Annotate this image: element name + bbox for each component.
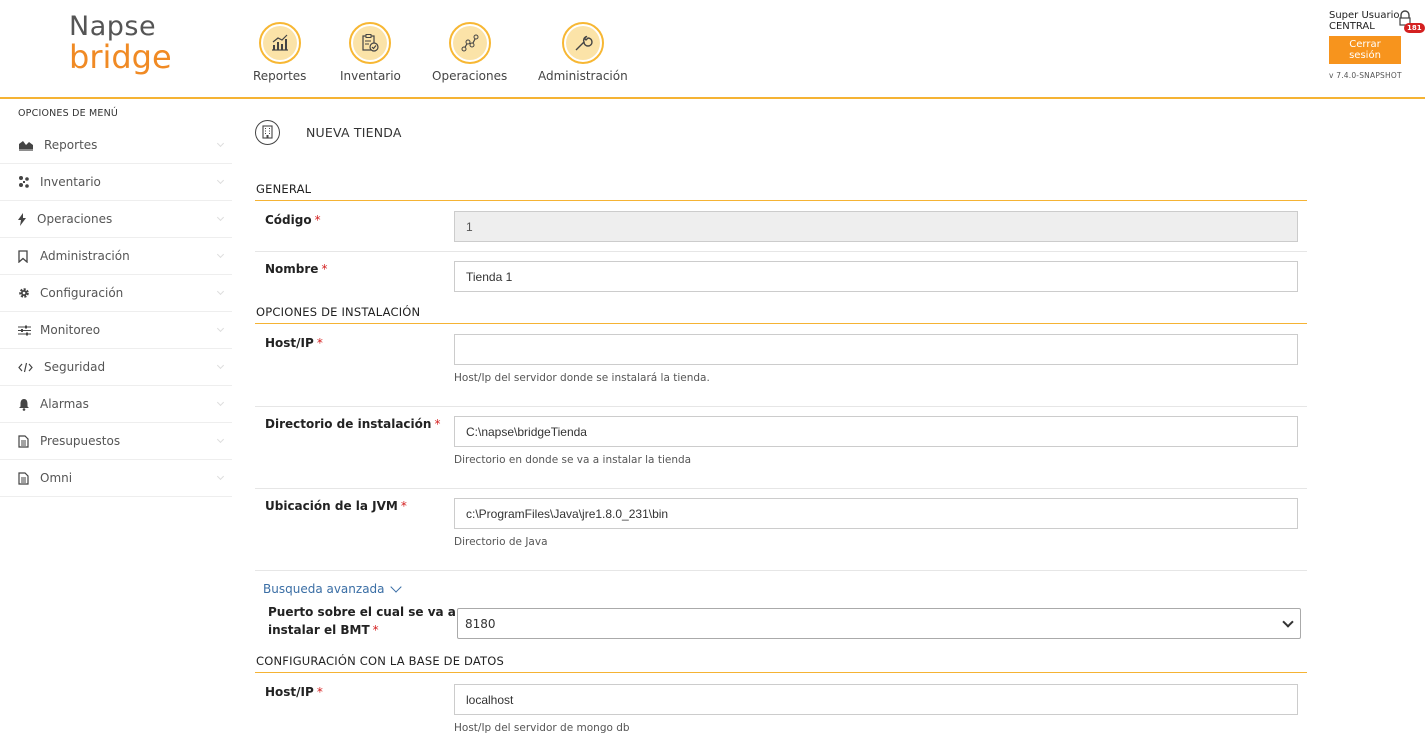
form-row-dir: Directorio de instalación* Directorio en… xyxy=(255,407,1307,489)
chevron-down-icon xyxy=(216,139,225,148)
chevron-down-icon xyxy=(216,213,225,222)
chevron-down-icon xyxy=(216,324,225,333)
logout-button[interactable]: Cerrar sesión xyxy=(1329,36,1401,64)
form-row-dbhost: Host/IP* Host/Ip del servidor de mongo d… xyxy=(255,675,1307,752)
dir-help: Directorio en donde se va a instalar la … xyxy=(454,454,692,466)
chevron-down-icon xyxy=(216,176,225,185)
area-chart-icon xyxy=(18,139,36,151)
chevron-down-icon xyxy=(216,472,225,481)
user-panel: Super Usuario CENTRAL 181 Cerrar sesión … xyxy=(1329,10,1425,80)
nombre-field[interactable] xyxy=(454,261,1298,292)
sidebar-item-presupuestos[interactable]: Presupuestos xyxy=(0,423,232,460)
port-select[interactable]: 8180 xyxy=(457,608,1301,639)
jvm-label: Ubicación de la JVM * xyxy=(265,499,407,513)
sidebar-item-label: Reportes xyxy=(44,138,98,152)
dbhost-label: Host/IP * xyxy=(265,685,323,699)
sidebar-item-administracion[interactable]: Administración xyxy=(0,238,232,275)
sidebar-item-label: Administración xyxy=(40,249,130,263)
topnav-label: Operaciones xyxy=(432,69,508,83)
section-install: OPCIONES DE INSTALACIÓN xyxy=(255,304,1307,324)
jvm-help: Directorio de Java xyxy=(454,536,548,548)
sidebar-item-label: Presupuestos xyxy=(40,434,121,448)
bolt-icon xyxy=(18,212,33,226)
topnav-label: Reportes xyxy=(253,69,307,83)
building-icon xyxy=(255,119,280,145)
sidebar-item-label: Configuración xyxy=(40,286,124,300)
dir-label: Directorio de instalación * xyxy=(265,417,441,431)
sliders-icon xyxy=(18,325,36,336)
host-help: Host/Ip del servidor donde se instalará … xyxy=(454,372,710,384)
napse-bridge-logo[interactable]: Napse bridge xyxy=(69,12,172,84)
topnav-reportes[interactable]: Reportes xyxy=(253,22,306,83)
chevron-down-icon xyxy=(216,250,225,259)
sidebar-item-seguridad[interactable]: Seguridad xyxy=(0,349,232,386)
advanced-label: Busqueda avanzada xyxy=(263,582,385,596)
chevron-down-icon xyxy=(1282,616,1294,628)
sidebar: OPCIONES DE MENÚ Reportes Inventario Ope… xyxy=(0,100,232,752)
nombre-label: Nombre * xyxy=(265,262,328,276)
sidebar-item-label: Alarmas xyxy=(40,397,89,411)
sidebar-item-label: Inventario xyxy=(40,175,101,189)
top-header: Napse bridge Reportes Inventario Operaci… xyxy=(0,0,1425,99)
clipboard-check-icon xyxy=(353,26,388,60)
document-icon xyxy=(18,471,36,485)
sidebar-item-label: Monitoreo xyxy=(40,323,101,337)
sidebar-item-label: Operaciones xyxy=(37,212,113,226)
gear-icon xyxy=(18,287,36,299)
install-dir-field[interactable] xyxy=(454,416,1298,447)
sidebar-item-alarmas[interactable]: Alarmas xyxy=(0,386,232,423)
port-select-value: 8180 xyxy=(465,616,496,631)
form-row-host: Host/IP * Host/Ip del servidor donde se i… xyxy=(255,326,1307,407)
topnav-label: Inventario xyxy=(340,69,401,83)
page-header: NUEVA TIENDA xyxy=(255,118,402,146)
main-content: NUEVA TIENDA GENERAL Código* Nombre* OPC… xyxy=(255,100,1307,752)
section-db: CONFIGURACIÓN CON LA BASE DE DATOS xyxy=(255,653,1307,673)
chevron-down-icon xyxy=(216,361,225,370)
bell-icon xyxy=(18,398,36,411)
codigo-label: Código * xyxy=(265,213,321,227)
chart-icon xyxy=(262,26,297,60)
codigo-field xyxy=(454,211,1298,242)
chevron-down-icon xyxy=(216,435,225,444)
page-title: NUEVA TIENDA xyxy=(306,124,402,140)
wrench-icon xyxy=(565,26,600,60)
sidebar-item-monitoreo[interactable]: Monitoreo xyxy=(0,312,232,349)
code-icon xyxy=(18,362,40,373)
topnav-inventario[interactable]: Inventario xyxy=(340,22,401,83)
form-row-codigo: Código * xyxy=(255,203,1307,252)
chevron-down-icon xyxy=(216,398,225,407)
sidebar-item-label: Omni xyxy=(40,471,73,485)
sidebar-item-omni[interactable]: Omni xyxy=(0,460,232,497)
host-field[interactable] xyxy=(454,334,1298,365)
version-label: v 7.4.0-SNAPSHOT xyxy=(1329,71,1402,80)
sidebar-item-operaciones[interactable]: Operaciones xyxy=(0,201,232,238)
sidebar-item-reportes[interactable]: Reportes xyxy=(0,127,232,164)
nodes-icon xyxy=(452,26,487,60)
dbhost-help: Host/Ip del servidor de mongo db xyxy=(454,722,630,734)
logo-line2: bridge xyxy=(69,38,172,76)
host-label: Host/IP * xyxy=(265,336,323,350)
sidebar-title: OPCIONES DE MENÚ xyxy=(18,108,119,119)
document-icon xyxy=(18,434,36,448)
section-general: GENERAL xyxy=(255,181,1307,201)
db-host-field[interactable] xyxy=(454,684,1298,715)
port-label: Puerto sobre el cual se va a instalar el… xyxy=(268,605,456,637)
advanced-toggle[interactable]: Busqueda avanzada xyxy=(263,580,402,596)
chevron-down-icon xyxy=(216,287,225,296)
topnav-label: Administración xyxy=(538,69,628,83)
notification-badge: 181 xyxy=(1404,23,1425,33)
sidebar-item-configuracion[interactable]: Configuración xyxy=(0,275,232,312)
topnav-operaciones[interactable]: Operaciones xyxy=(432,22,507,83)
cubes-icon xyxy=(18,175,36,189)
sidebar-item-inventario[interactable]: Inventario xyxy=(0,164,232,201)
bookmark-icon xyxy=(18,249,36,263)
topnav-administracion[interactable]: Administración xyxy=(538,22,628,83)
form-row-nombre: Nombre * xyxy=(255,252,1307,298)
chevron-down-icon xyxy=(389,580,402,593)
jvm-field[interactable] xyxy=(454,498,1298,529)
form-row-jvm: Ubicación de la JVM* Directorio de Java xyxy=(255,489,1307,571)
sidebar-item-label: Seguridad xyxy=(44,360,106,374)
